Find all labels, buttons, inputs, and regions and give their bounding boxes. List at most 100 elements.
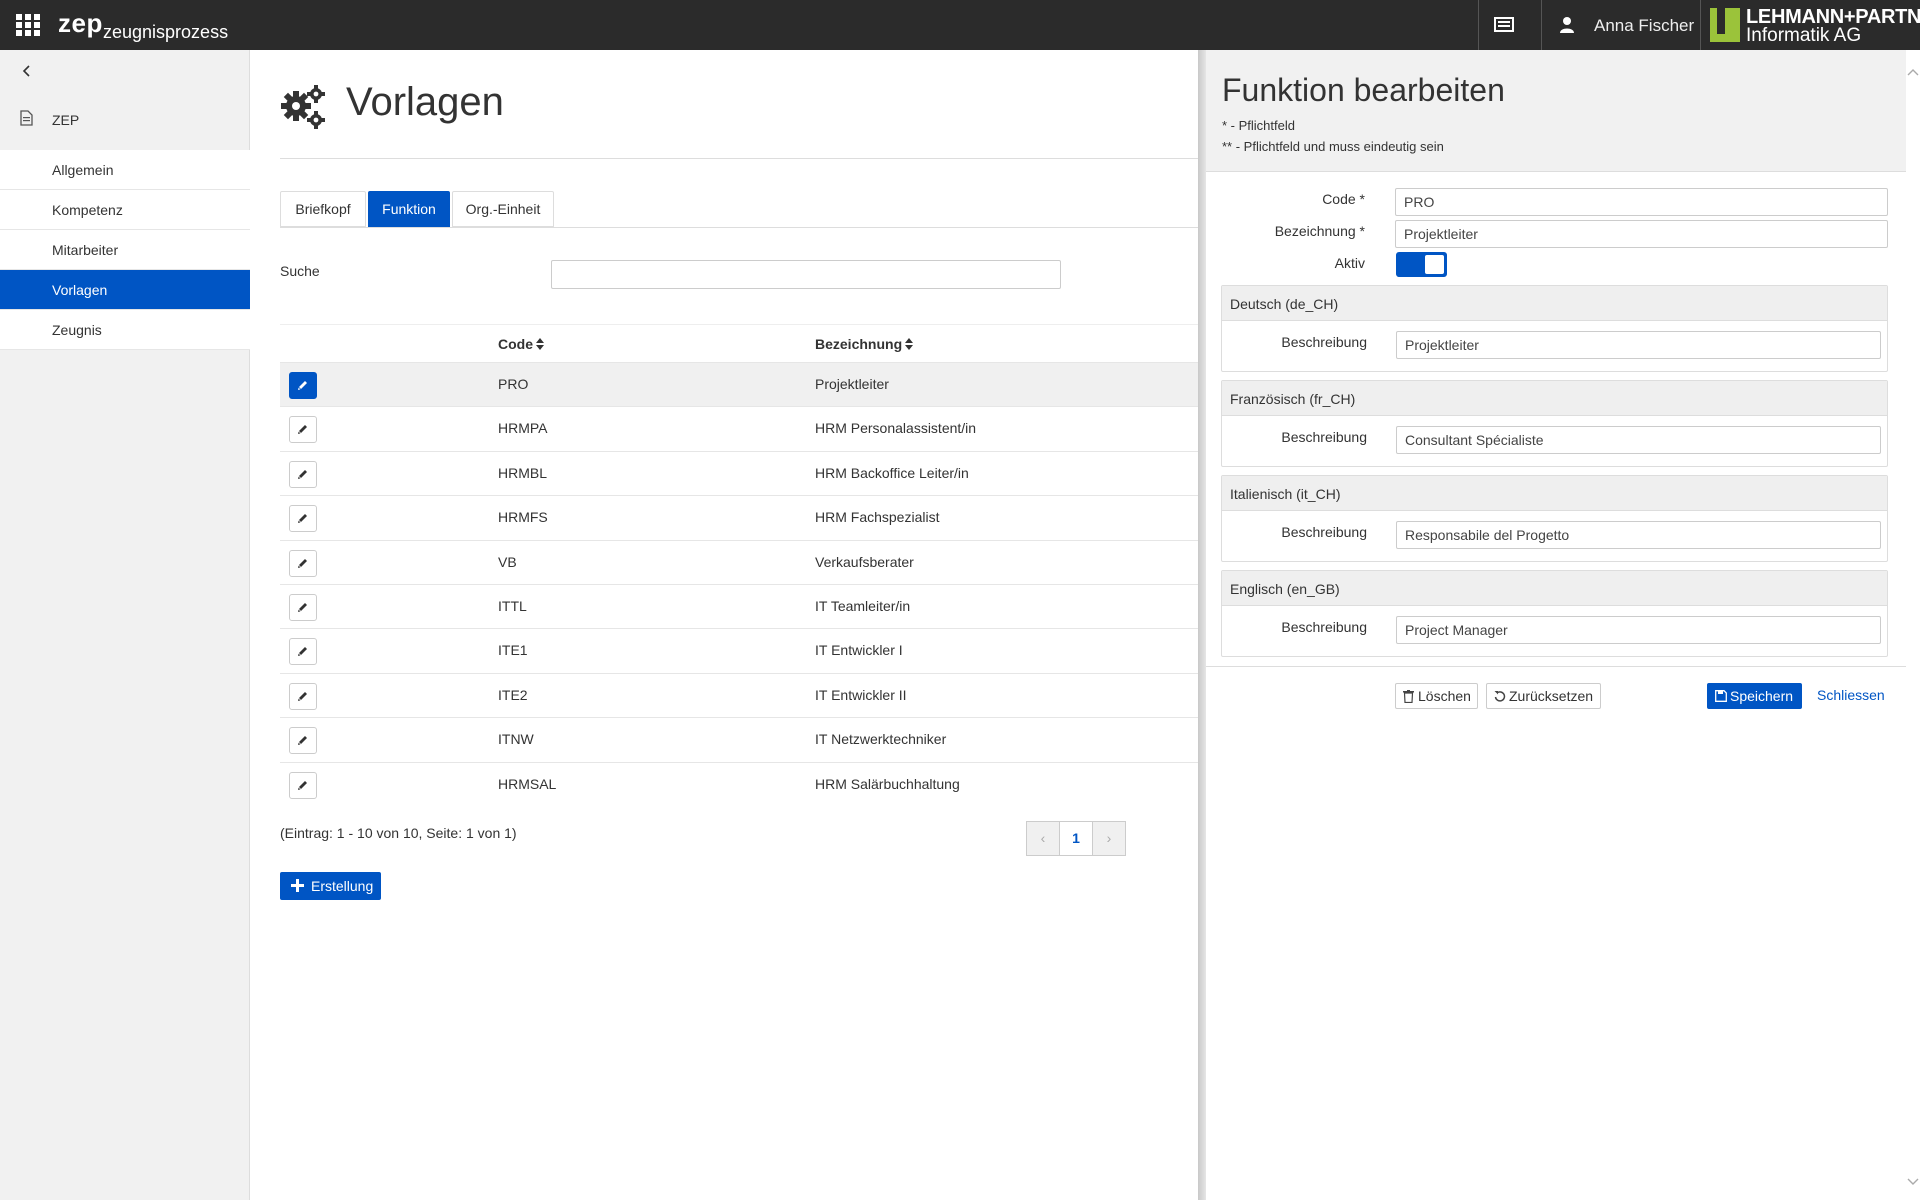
title-divider	[280, 158, 1200, 159]
plus-icon	[291, 879, 304, 892]
sidebar-item-label: Vorlagen	[52, 282, 108, 298]
beschreibung-label: Beschreibung	[1281, 619, 1367, 635]
sidebar-item-kompetenz[interactable]: Kompetenz	[0, 190, 250, 230]
table-row[interactable]: ITE1 IT Entwickler I	[280, 628, 1200, 672]
save-button[interactable]: Speichern	[1707, 683, 1802, 709]
trash-icon	[1403, 690, 1414, 703]
beschreibung-input-en[interactable]	[1396, 616, 1881, 644]
sidebar-item-label: Allgemein	[52, 162, 114, 178]
logo-text-line2: Informatik AG	[1746, 25, 1862, 46]
cell-code: HRMFS	[498, 509, 548, 526]
pencil-icon	[298, 381, 307, 390]
aktiv-label: Aktiv	[1334, 255, 1365, 271]
table-row[interactable]: HRMBL HRM Backoffice Leiter/in	[280, 450, 1200, 495]
close-link[interactable]: Schliessen	[1817, 687, 1885, 703]
cell-code: ITE1	[498, 642, 528, 659]
cell-code: ITTL	[498, 598, 527, 614]
reset-button-label: Zurücksetzen	[1509, 688, 1594, 704]
column-header-code[interactable]: Code	[498, 336, 544, 352]
edit-button[interactable]	[289, 416, 317, 444]
cell-code: HRMSAL	[498, 775, 557, 792]
beschreibung-label: Beschreibung	[1281, 334, 1367, 350]
table-row[interactable]: HRMPA HRM Personalassistent/in	[280, 406, 1200, 450]
beschreibung-input-fr[interactable]	[1396, 426, 1881, 454]
id-card-icon[interactable]	[1492, 15, 1518, 35]
sidebar-item-allgemein[interactable]: Allgemein	[0, 150, 250, 190]
edit-panel: Funktion bearbeiten * - Pflichtfeld ** -…	[1206, 50, 1920, 1200]
table-row[interactable]: ITNW IT Netzwerktechniker	[280, 717, 1200, 761]
table-header: Code Bezeichnung	[280, 324, 1200, 362]
edit-button[interactable]	[289, 460, 317, 488]
cell-code: PRO	[498, 376, 529, 392]
column-header-bezeichnung[interactable]: Bezeichnung	[815, 336, 914, 352]
tab-funktion[interactable]: Funktion	[368, 191, 450, 227]
delete-button[interactable]: Löschen	[1395, 683, 1478, 709]
lang-section-header: Französisch (fr_CH)	[1222, 381, 1887, 416]
apps-grid-icon[interactable]	[16, 14, 40, 36]
pager-prev-button[interactable]: ‹	[1026, 821, 1060, 856]
table-row[interactable]: VB Verkaufsberater	[280, 539, 1200, 584]
cell-bezeichnung: IT Entwickler I	[815, 642, 903, 659]
pencil-icon	[298, 558, 307, 568]
aktiv-toggle[interactable]	[1396, 252, 1447, 277]
cell-code: ITNW	[498, 731, 534, 748]
cell-bezeichnung: HRM Personalassistent/in	[815, 420, 977, 437]
sidebar-item-label: Zeugnis	[52, 322, 102, 338]
pencil-icon	[298, 691, 307, 701]
save-button-label: Speichern	[1730, 688, 1794, 704]
tabs-divider	[280, 227, 1200, 228]
sidebar-root-zep[interactable]: ZEP	[0, 100, 250, 140]
pencil-icon	[298, 514, 307, 524]
create-button[interactable]: Erstellung	[280, 872, 381, 900]
edit-button[interactable]	[289, 549, 317, 577]
lang-section-en: Englisch (en_GB) Beschreibung	[1221, 570, 1888, 657]
lang-section-header: Englisch (en_GB)	[1222, 571, 1887, 606]
code-input[interactable]	[1395, 188, 1888, 216]
lang-section-title: Deutsch (de_CH)	[1230, 296, 1339, 312]
lang-section-fr: Französisch (fr_CH) Beschreibung	[1221, 380, 1888, 467]
lang-section-header: Deutsch (de_CH)	[1222, 286, 1887, 321]
search-input[interactable]	[551, 260, 1061, 289]
tab-org-einheit[interactable]: Org.-Einheit	[452, 191, 554, 227]
bezeichnung-input[interactable]	[1395, 220, 1888, 248]
delete-button-label: Löschen	[1418, 688, 1471, 704]
pager-page-button[interactable]: 1	[1059, 821, 1093, 856]
tab-briefkopf[interactable]: Briefkopf	[280, 191, 366, 227]
beschreibung-input-it[interactable]	[1396, 521, 1881, 549]
sidebar-item-zeugnis[interactable]: Zeugnis	[0, 310, 250, 350]
pencil-icon	[298, 603, 307, 612]
pencil-icon	[298, 469, 307, 479]
edit-button[interactable]	[289, 771, 317, 799]
table-row[interactable]: HRMSAL HRM Salärbuchhaltung	[280, 761, 1200, 806]
beschreibung-input-de[interactable]	[1396, 331, 1881, 359]
search-label: Suche	[280, 263, 320, 279]
cell-bezeichnung: IT Entwickler II	[815, 686, 907, 703]
scroll-down-icon[interactable]	[1906, 1174, 1920, 1185]
beschreibung-label: Beschreibung	[1281, 429, 1367, 445]
reset-button[interactable]: Zurücksetzen	[1486, 683, 1601, 709]
table-row[interactable]: ITE2 IT Entwickler II	[280, 672, 1200, 717]
beschreibung-label: Beschreibung	[1281, 524, 1367, 540]
edit-button[interactable]	[289, 727, 317, 755]
edit-button[interactable]	[289, 372, 317, 399]
sidebar-item-mitarbeiter[interactable]: Mitarbeiter	[0, 230, 250, 270]
topbar-divider	[1700, 0, 1701, 50]
sidebar-item-vorlagen[interactable]: Vorlagen	[0, 270, 250, 310]
brand-name[interactable]: zep	[58, 8, 103, 39]
table-row[interactable]: HRMFS HRM Fachspezialist	[280, 495, 1200, 539]
table-row[interactable]: PRO Projektleiter	[280, 362, 1200, 407]
edit-button[interactable]	[289, 505, 317, 533]
edit-button[interactable]	[289, 638, 317, 666]
panel-divider	[1206, 666, 1906, 667]
edit-button[interactable]	[289, 594, 317, 621]
edit-button[interactable]	[289, 682, 317, 710]
user-icon[interactable]	[1560, 16, 1574, 34]
lang-section-header: Italienisch (it_CH)	[1222, 476, 1887, 511]
pager-next-button[interactable]: ›	[1092, 821, 1126, 856]
chevron-left-icon[interactable]	[20, 64, 34, 78]
lang-section-de: Deutsch (de_CH) Beschreibung	[1221, 285, 1888, 372]
panel-title: Funktion bearbeiten	[1222, 72, 1505, 108]
table-row[interactable]: ITTL IT Teamleiter/in	[280, 584, 1200, 628]
user-name[interactable]: Anna Fischer	[1594, 16, 1694, 36]
scroll-up-icon[interactable]	[1906, 64, 1920, 76]
